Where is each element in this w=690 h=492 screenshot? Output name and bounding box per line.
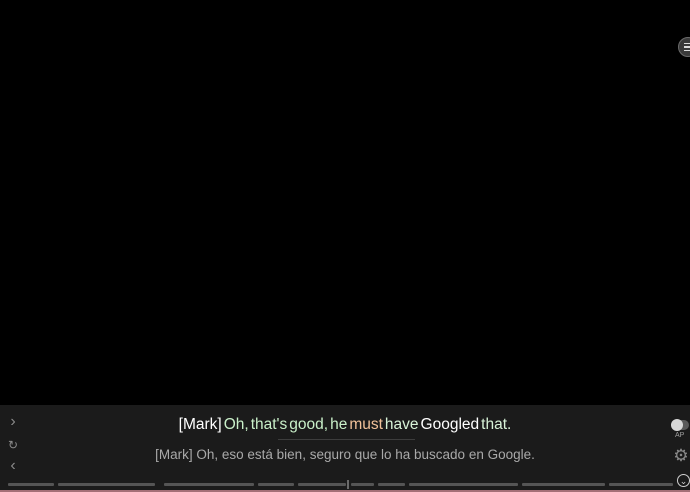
- subtitle-divider: [278, 439, 415, 440]
- subtitle-word[interactable]: have: [384, 416, 420, 433]
- subtitle-word[interactable]: good,: [288, 416, 329, 433]
- auto-pause-label: AP: [675, 432, 685, 439]
- timeline-segment[interactable]: [609, 483, 673, 486]
- primary-subtitle: [Mark] Oh, that's good, he must have Googled tha…: [0, 416, 690, 434]
- gear-icon[interactable]: ⚙: [672, 447, 690, 465]
- timeline-segment[interactable]: [258, 483, 294, 486]
- auto-pause-toggle[interactable]: [671, 419, 689, 431]
- hamburger-menu-icon[interactable]: [678, 37, 690, 57]
- subtitle-word[interactable]: [Mark]: [178, 416, 223, 433]
- translation-subtitle: [Mark] Oh, eso está bien, seguro que lo …: [155, 447, 535, 462]
- timeline-segment[interactable]: [8, 483, 54, 486]
- timeline-segment[interactable]: [409, 483, 518, 486]
- timeline-segment[interactable]: [378, 483, 405, 486]
- subtitle-timeline[interactable]: [0, 480, 690, 489]
- timeline-segment[interactable]: [58, 483, 155, 486]
- subtitle-word[interactable]: Googled: [420, 416, 481, 433]
- timeline-segment[interactable]: [164, 483, 254, 486]
- subtitle-panel: › ↻ ‹ [Mark] Oh, that's good, he must have Goog…: [0, 405, 690, 492]
- timeline-position-marker[interactable]: [347, 480, 349, 489]
- subtitle-word[interactable]: Oh,: [223, 416, 250, 433]
- timeline-segment[interactable]: [298, 483, 346, 486]
- subtitle-word[interactable]: that.: [480, 416, 512, 433]
- subtitle-word[interactable]: that's: [250, 416, 289, 433]
- subtitle-word[interactable]: he: [329, 416, 348, 433]
- subtitle-word[interactable]: must: [348, 416, 384, 433]
- timeline-segment[interactable]: [522, 483, 605, 486]
- video-area[interactable]: [0, 0, 690, 405]
- timeline-segment[interactable]: [351, 483, 374, 486]
